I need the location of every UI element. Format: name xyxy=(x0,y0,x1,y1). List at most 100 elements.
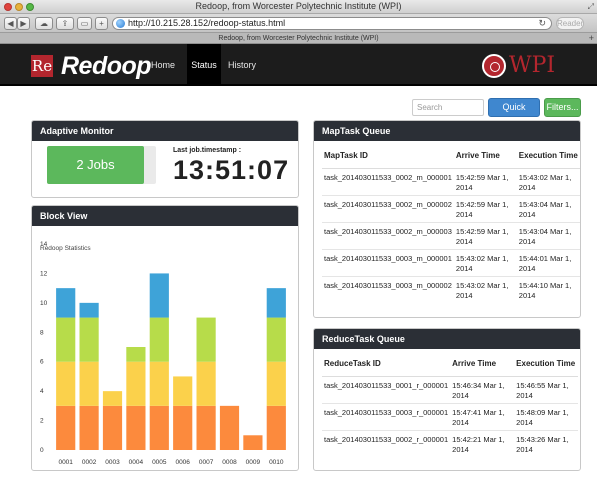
bar-segment[interactable] xyxy=(56,288,76,318)
table-row[interactable]: task_201403011533_0003_m_000001 15:43:02 … xyxy=(322,249,580,277)
bar-segment[interactable] xyxy=(243,435,263,450)
block-view-chart: Redoop Statistics 0 2 4 6 8 10 12 14 0001 0002 0003… xyxy=(40,241,286,466)
arrive-time-cell: 15:42:59 Mar 1, 2014 xyxy=(453,168,517,196)
wpi-logo[interactable]: WPI xyxy=(482,53,572,79)
x-tick-label: 0007 xyxy=(199,459,214,466)
quick-search-button[interactable]: Quick Search xyxy=(488,98,540,129)
y-tick-label: 12 xyxy=(40,270,48,277)
adaptive-monitor-title: Adaptive Monitor xyxy=(32,121,298,141)
globe-icon xyxy=(116,19,125,28)
x-tick-label: 0001 xyxy=(58,459,73,466)
col-reducetask-id[interactable]: ReduceTask ID xyxy=(322,351,451,377)
execution-time-cell: 15:43:04 Mar 1, 2014 xyxy=(516,195,580,223)
task-id-cell: task_201403011533_0002_r_000001 xyxy=(324,434,449,444)
col-execution-time[interactable]: Execution Time xyxy=(514,351,579,377)
arrive-time-cell: 15:42:59 Mar 1, 2014 xyxy=(453,195,517,223)
col-arrive-time[interactable]: Arrive Time xyxy=(453,143,517,169)
bar-segment[interactable] xyxy=(219,405,240,450)
execution-time-cell: 15:43:04 Mar 1, 2014 xyxy=(516,222,580,250)
bar-segment[interactable] xyxy=(149,273,169,318)
table-row[interactable]: task_201403011533_0001_r_000001 15:46:34 … xyxy=(322,376,579,404)
task-id-cell: task_201403011533_0003_r_000001 xyxy=(322,403,451,431)
brand-name[interactable]: Redoop xyxy=(61,52,152,80)
url-field[interactable]: http://10.215.28.152/redoop-status.html … xyxy=(112,17,552,30)
nav-status[interactable]: Status xyxy=(187,44,221,86)
jobs-scheduled-badge: 2 Jobs Scheduled xyxy=(47,146,144,197)
bar-segment[interactable] xyxy=(79,405,99,450)
bar-segment[interactable] xyxy=(173,405,193,450)
reload-icon[interactable]: ↻ xyxy=(538,18,546,29)
share-icon[interactable]: ⇪ xyxy=(56,17,74,30)
bar-segment[interactable] xyxy=(102,391,123,406)
wpi-wordmark: WPI xyxy=(509,53,556,78)
block-view-title: Block View xyxy=(32,206,298,226)
tab-strip: Redoop, from Worcester Polytechnic Insti… xyxy=(0,33,597,44)
search-input[interactable]: Search xyxy=(412,99,484,116)
table-row[interactable]: task_201403011533_0003_m_000002 15:43:02 … xyxy=(322,276,580,303)
maptask-queue-title: MapTask Queue xyxy=(314,121,580,141)
table-row[interactable]: task_201403011533_0002_r_000001 15:42:21 … xyxy=(322,430,578,457)
table-row[interactable]: task_201403011533_0002_m_000003 15:42:59 … xyxy=(322,222,580,250)
bar-segment[interactable] xyxy=(79,317,99,362)
col-arrive-time[interactable]: Arrive Time xyxy=(450,351,515,377)
execution-time-cell: 15:46:55 Mar 1, 2014 xyxy=(514,376,579,404)
url-text: http://10.215.28.152/redoop-status.html xyxy=(128,18,286,28)
bar-segment[interactable] xyxy=(56,317,76,362)
cloud-icon[interactable]: ☁ xyxy=(35,17,53,30)
bar-segment[interactable] xyxy=(79,361,99,406)
tab-title[interactable]: Redoop, from Worcester Polytechnic Insti… xyxy=(0,33,597,44)
col-execution-time[interactable]: Execution Time xyxy=(516,143,580,169)
bar-segment[interactable] xyxy=(126,361,146,406)
bar-segment[interactable] xyxy=(56,361,76,406)
table-row[interactable]: task_201403011533_0003_r_000001 15:47:41 … xyxy=(322,403,579,431)
new-tab-icon[interactable]: + xyxy=(589,33,594,43)
execution-time-cell: 15:44:10 Mar 1, 2014 xyxy=(518,280,572,300)
col-maptask-id[interactable]: MapTask ID xyxy=(322,143,454,169)
bar-segment[interactable] xyxy=(126,405,146,450)
bookmark-icon[interactable]: ▭ xyxy=(77,17,92,30)
arrive-time-cell: 15:42:21 Mar 1, 2014 xyxy=(452,434,505,454)
x-tick-label: 0002 xyxy=(82,459,97,466)
maptask-queue-panel: MapTask Queue MapTask ID Arrive Time Exe… xyxy=(313,120,581,318)
y-tick-label: 0 xyxy=(40,447,44,454)
bar-segment[interactable] xyxy=(56,405,76,450)
task-id-cell: task_201403011533_0002_m_000001 xyxy=(322,168,454,196)
reader-button[interactable]: Reader xyxy=(556,17,584,30)
bar-segment[interactable] xyxy=(196,361,216,406)
bar-segment[interactable] xyxy=(266,361,286,406)
bar-segment[interactable] xyxy=(102,405,123,450)
arrive-time-cell: 15:43:02 Mar 1, 2014 xyxy=(455,280,509,300)
filters-button[interactable]: Filters... xyxy=(544,98,581,117)
adaptive-monitor-panel: Adaptive Monitor 2 Jobs Scheduled Last j… xyxy=(31,120,299,198)
nav-history[interactable]: History xyxy=(224,44,260,86)
back-icon[interactable]: ◀ xyxy=(4,17,17,30)
add-bookmark-icon[interactable]: + xyxy=(95,17,108,30)
bar-segment[interactable] xyxy=(266,288,286,318)
task-id-cell: task_201403011533_0003_m_000002 xyxy=(324,280,452,290)
fullscreen-icon[interactable]: ⤢ xyxy=(588,2,594,12)
task-id-cell: task_201403011533_0002_m_000003 xyxy=(322,222,454,250)
y-tick-label: 14 xyxy=(40,241,48,248)
block-view-panel: Block View Redoop Statistics 0 2 4 6 8 10 12 14 0… xyxy=(31,205,299,471)
table-row[interactable]: task_201403011533_0002_m_000002 15:42:59 … xyxy=(322,195,580,223)
bar-segment[interactable] xyxy=(149,317,169,362)
bar-segment[interactable] xyxy=(196,405,216,450)
bar-segment[interactable] xyxy=(126,347,146,362)
bar-segment[interactable] xyxy=(266,405,286,450)
y-tick-label: 6 xyxy=(40,359,44,366)
y-tick-label: 2 xyxy=(40,418,44,425)
x-tick-label: 0003 xyxy=(105,459,120,466)
window-title: Redoop, from Worcester Polytechnic Insti… xyxy=(195,1,402,11)
brand-logo[interactable]: Re xyxy=(31,55,53,77)
nav-home[interactable]: Home xyxy=(144,44,182,86)
bar-segment[interactable] xyxy=(149,405,169,450)
bar-segment[interactable] xyxy=(173,376,193,406)
bar-segment[interactable] xyxy=(79,302,99,318)
bar-segment[interactable] xyxy=(266,317,286,362)
bar-segment[interactable] xyxy=(149,361,169,406)
table-row[interactable]: task_201403011533_0002_m_000001 15:42:59 … xyxy=(322,168,580,196)
y-tick-label: 10 xyxy=(40,300,48,307)
arrive-time-cell: 15:42:59 Mar 1, 2014 xyxy=(453,222,517,250)
bar-segment[interactable] xyxy=(196,317,216,362)
forward-icon[interactable]: ▶ xyxy=(17,17,30,30)
